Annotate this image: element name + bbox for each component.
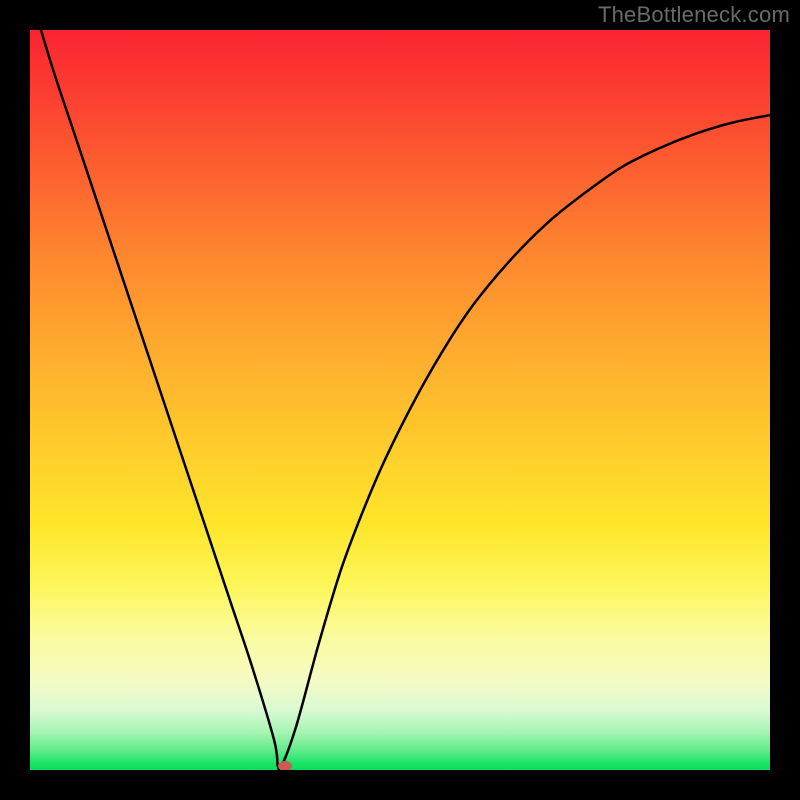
chart-plot-area (30, 30, 770, 770)
curve-path (30, 30, 770, 770)
optimal-point-marker (278, 761, 292, 770)
bottleneck-curve (30, 30, 770, 770)
watermark-text: TheBottleneck.com (598, 2, 790, 28)
